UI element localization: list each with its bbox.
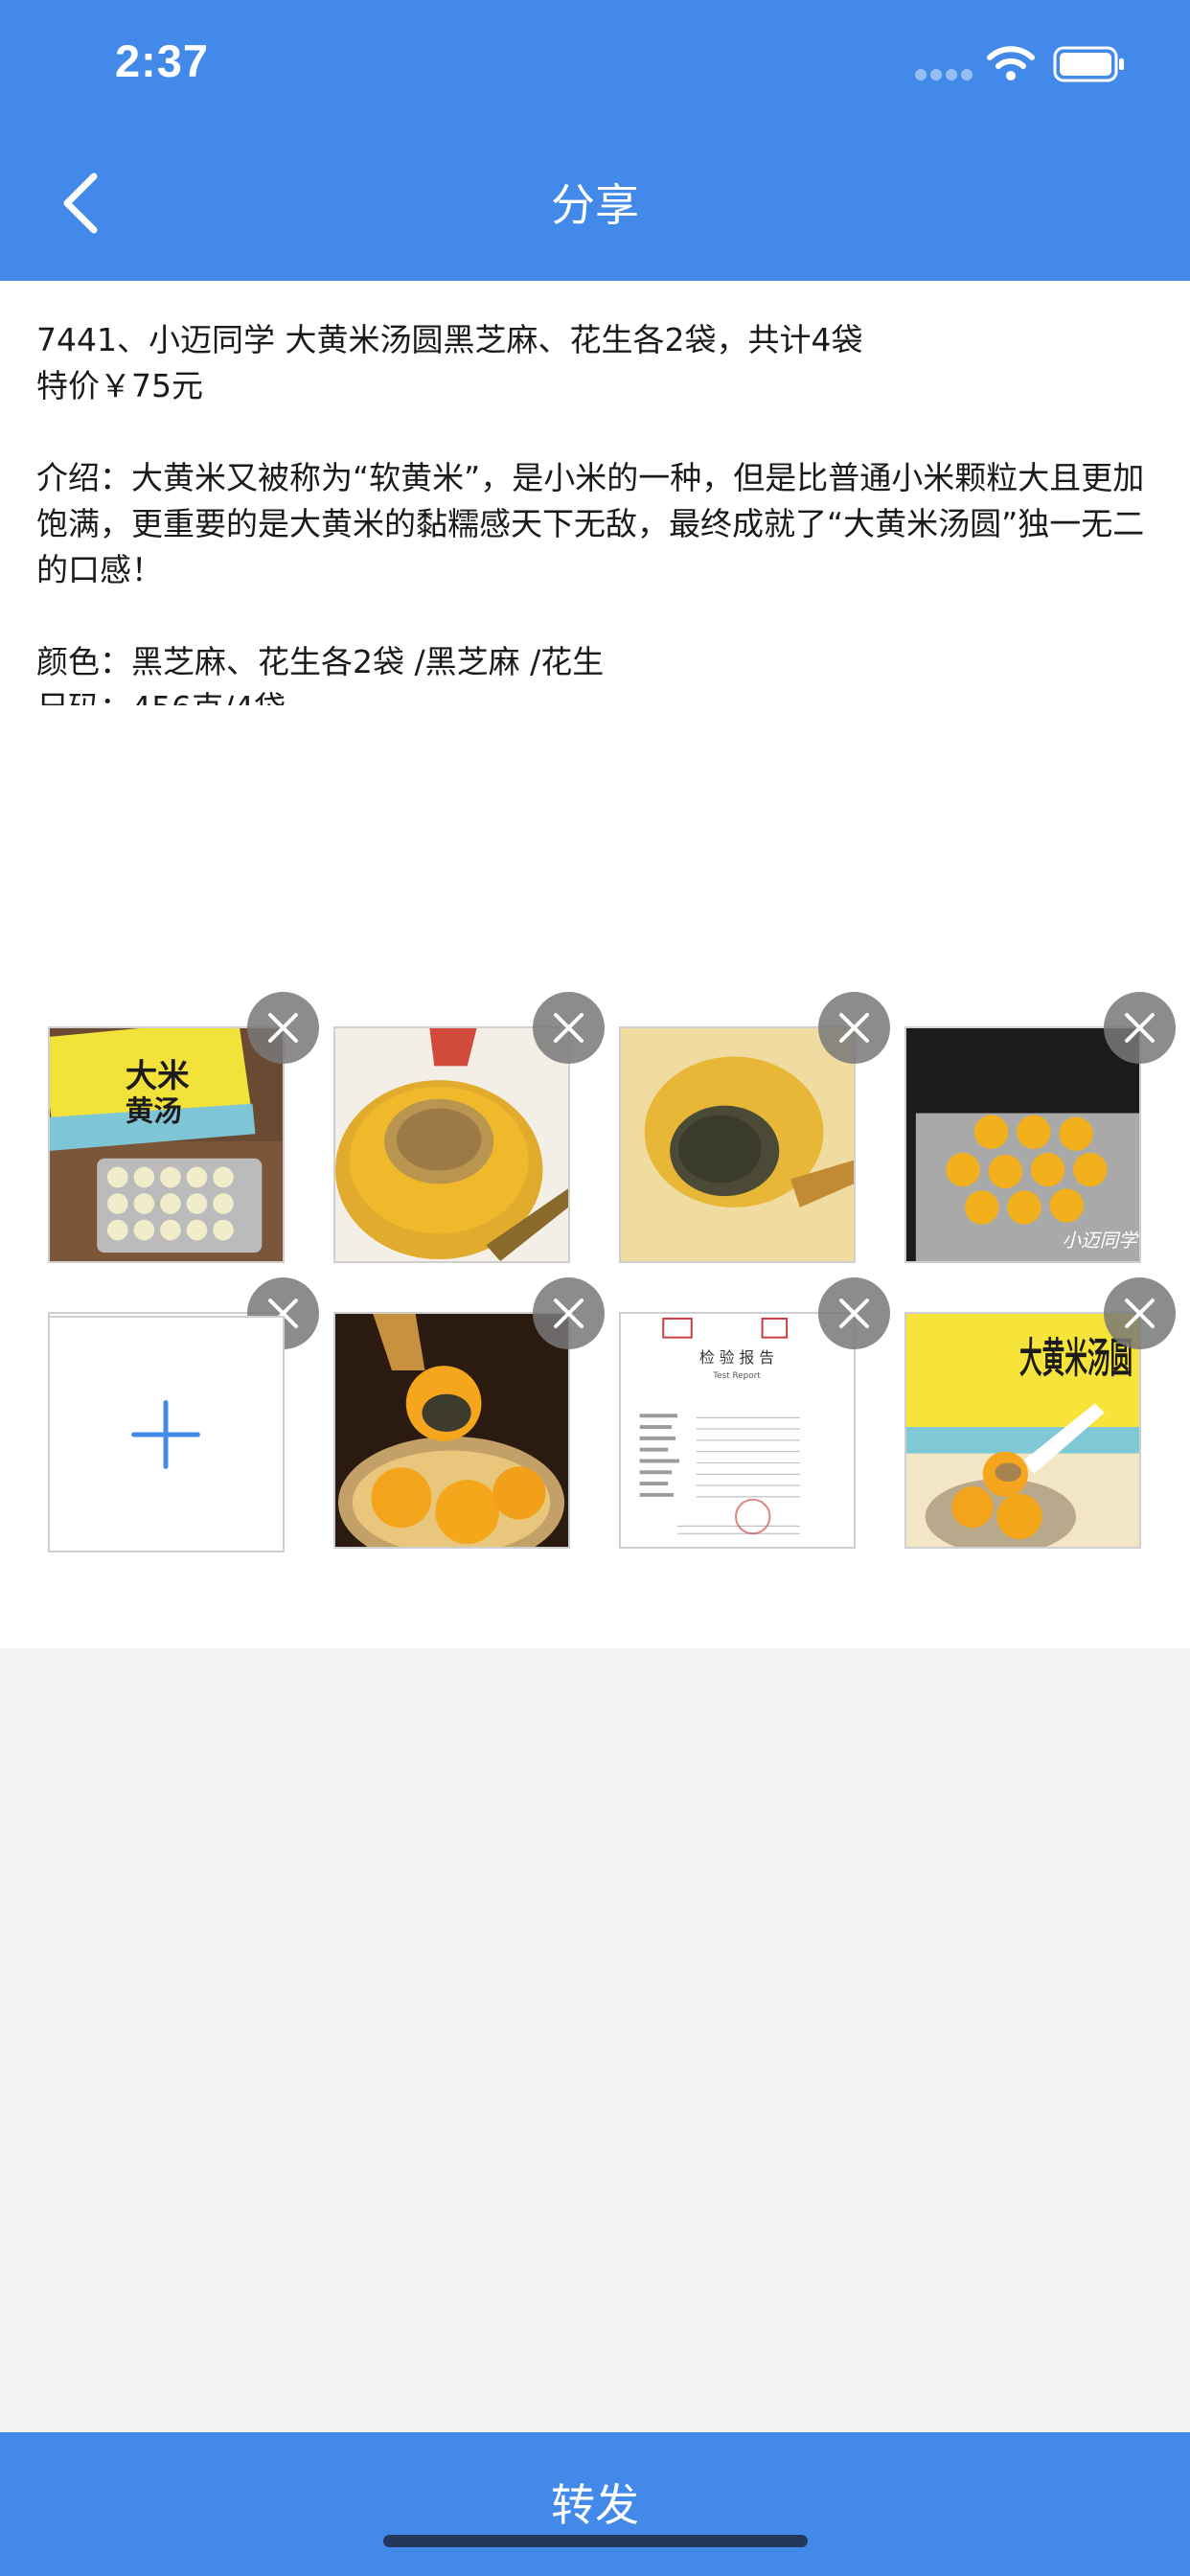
photo-watermark: 小迈同学 [1062,1230,1139,1252]
forward-button[interactable]: 转发 [0,2432,1190,2576]
plus-icon [131,1400,200,1469]
description-line: 7441、小迈同学 大黄米汤圆黑芝麻、花生各2袋，共计4袋 [36,321,863,358]
description-line: 介绍：大黄米又被称为“软黄米”，是小米的一种，但是比普通小米颗粒大且更加饱满，更… [36,459,1145,588]
forward-button-label: 转发 [551,2479,639,2531]
report-subtitle: Test Report [712,1371,761,1381]
post-description[interactable]: 7441、小迈同学 大黄米汤圆黑芝麻、花生各2袋，共计4袋 特价￥75元 介绍：… [36,317,1157,705]
svg-text:大米: 大米 [126,1057,190,1094]
close-icon [554,1299,584,1328]
close-icon [268,1013,298,1043]
add-photo-button[interactable] [48,1316,285,1552]
signal-icon [915,69,973,80]
remove-photo-button[interactable] [1104,992,1176,1064]
home-indicator [383,2535,808,2547]
report-title: 检 验 报 告 [699,1348,774,1367]
navigation-header: 2:37 分享 [0,0,1190,281]
battery-icon [1053,46,1124,82]
description-line: 尺码：456克/4袋 [36,685,1157,705]
page-title: 分享 [551,179,639,231]
wifi-icon [987,46,1035,80]
svg-text:黄汤: 黄汤 [126,1094,182,1127]
close-icon [1125,1299,1155,1328]
remove-photo-button[interactable] [247,992,319,1064]
close-icon [839,1299,869,1328]
description-line: 颜色：黑芝麻、花生各2袋 /黑芝麻 /花生 [36,643,605,680]
close-icon [1125,1013,1155,1043]
remove-photo-button[interactable] [1104,1277,1176,1349]
description-line: 特价￥75元 [36,367,203,404]
remove-photo-button[interactable] [533,992,605,1064]
remove-photo-button[interactable] [533,1277,605,1349]
remove-photo-button[interactable] [818,1277,890,1349]
remove-photo-button[interactable] [818,992,890,1064]
close-icon [554,1013,584,1043]
close-icon [839,1013,869,1043]
status-time: 2:37 [115,35,210,86]
